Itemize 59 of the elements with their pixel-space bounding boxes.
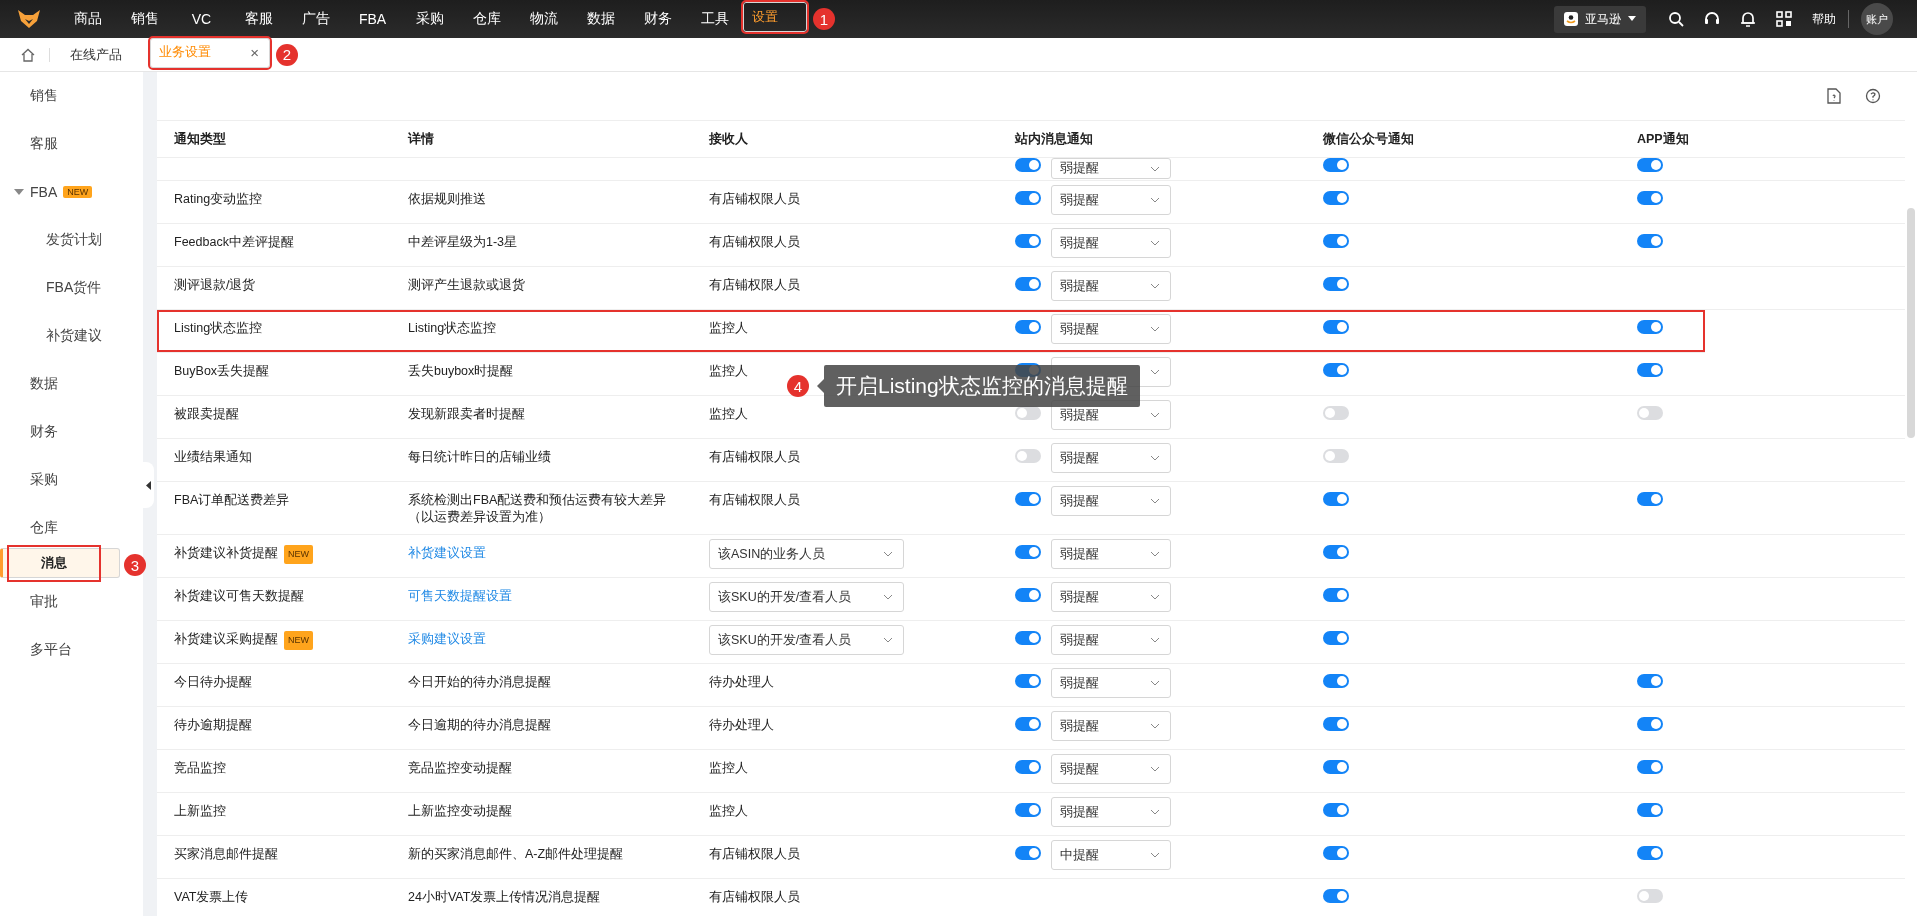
recipient-text: 待办处理人 <box>709 717 774 734</box>
column-header: 微信公众号通知 <box>1323 130 1414 148</box>
notification-type: BuyBox丢失提醒 <box>174 363 270 380</box>
detail-text: 竞品监控变动提醒 <box>408 760 512 777</box>
notification-type: Feedback中差评提醒 <box>174 234 294 251</box>
column-header: 接收人 <box>709 130 748 148</box>
step-marker: 2 <box>276 43 298 66</box>
recipient-text: 有店铺权限人员 <box>709 449 800 466</box>
step-marker: 3 <box>124 554 146 576</box>
step-marker: 1 <box>813 8 835 30</box>
detail-text: 丢失buybox时提醒 <box>408 363 514 380</box>
column-header: 通知类型 <box>174 130 226 148</box>
notification-type: 待办逾期提醒 <box>174 717 252 734</box>
recipient-text: 有店铺权限人员 <box>709 191 800 208</box>
notification-type: VAT发票上传 <box>174 889 249 906</box>
recipient-text: 监控人 <box>709 363 748 380</box>
new-badge: NEW <box>284 631 313 650</box>
detail-text: Listing状态监控 <box>408 320 497 337</box>
detail-text: 今日开始的待办消息提醒 <box>408 674 551 691</box>
detail-text: 每日统计昨日的店铺业绩 <box>408 449 551 466</box>
notification-type: Rating变动监控 <box>174 191 263 208</box>
new-badge: NEW <box>63 186 93 198</box>
notification-type: 业绩结果通知 <box>174 449 252 466</box>
recipient-text: 监控人 <box>709 320 748 337</box>
column-header: APP通知 <box>1637 130 1689 148</box>
notification-type: 测评退款/退货 <box>174 277 256 294</box>
recipient-text: 监控人 <box>709 406 748 423</box>
notification-type: 今日待办提醒 <box>174 674 252 691</box>
column-header: 详情 <box>408 130 434 148</box>
notification-type: 买家消息邮件提醒 <box>174 846 278 863</box>
tooltip: 开启Listing状态监控的消息提醒 <box>824 365 1140 407</box>
detail-text: 测评产生退款或退货 <box>408 277 525 294</box>
new-badge: NEW <box>284 545 313 564</box>
notification-type: 被跟卖提醒 <box>174 406 239 423</box>
notification-type: 补货建议采购提醒 <box>174 631 278 648</box>
recipient-text: 有店铺权限人员 <box>709 492 800 509</box>
step-marker: 4 <box>787 375 809 397</box>
detail-text: 上新监控变动提醒 <box>408 803 512 820</box>
detail-text: 中差评星级为1-3星 <box>408 234 518 251</box>
recipient-text: 有店铺权限人员 <box>709 846 800 863</box>
recipient-text: 有店铺权限人员 <box>709 277 800 294</box>
notification-type: 竞品监控 <box>174 760 226 777</box>
detail-text: 24小时VAT发票上传情况消息提醒 <box>408 889 601 906</box>
notification-type: 补货建议可售天数提醒 <box>174 588 304 605</box>
detail-text: 发现新跟卖者时提醒 <box>408 406 525 423</box>
detail-text: 依据规则推送 <box>408 191 486 208</box>
recipient-text: 有店铺权限人员 <box>709 889 800 906</box>
notification-type: FBA订单配送费差异 <box>174 492 290 509</box>
recipient-text: 监控人 <box>709 760 748 777</box>
notification-type: 上新监控 <box>174 803 226 820</box>
detail-text: 新的买家消息邮件、A-Z邮件处理提醒 <box>408 846 624 863</box>
recipient-text: 监控人 <box>709 803 748 820</box>
detail-text: 系统检测出FBA配送费和预估运费有较大差异（以运费差异设置为准） <box>408 492 668 526</box>
recipient-text: 有店铺权限人员 <box>709 234 800 251</box>
notification-type: Listing状态监控 <box>174 320 263 337</box>
recipient-text: 待办处理人 <box>709 674 774 691</box>
column-header: 站内消息通知 <box>1015 130 1093 148</box>
detail-text: 今日逾期的待办消息提醒 <box>408 717 551 734</box>
notification-type: 补货建议补货提醒 <box>174 545 278 562</box>
